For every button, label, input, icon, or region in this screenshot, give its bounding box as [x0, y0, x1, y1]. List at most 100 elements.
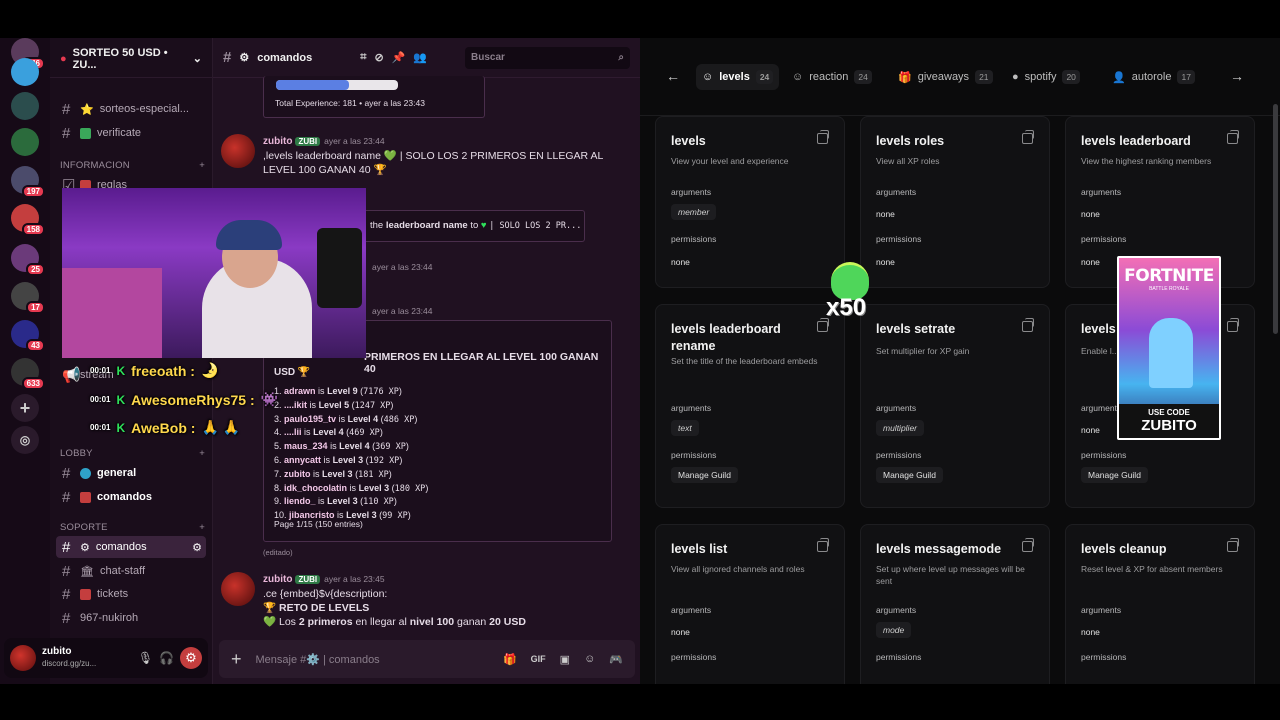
threads-icon[interactable]: ⌗ — [360, 51, 366, 64]
avatar[interactable] — [221, 134, 255, 168]
arrow-left-icon[interactable]: ← — [666, 68, 680, 84]
rank-user[interactable]: paulo195_tv — [284, 414, 336, 424]
plus-icon[interactable]: + — [231, 649, 242, 670]
rank-user[interactable]: ....ikit — [284, 400, 307, 410]
command-card[interactable]: levels list View all ignored channels an… — [655, 524, 845, 684]
tab-giveaways[interactable]: 🎁 giveaways 21 — [898, 66, 993, 88]
guild-icon[interactable]: 25 — [11, 244, 45, 276]
message-composer[interactable]: + Mensaje #⚙️ | comandos 🎁 GIF ▣ ☺ 🎮 — [219, 640, 635, 678]
message-author[interactable]: zubito — [263, 574, 292, 585]
rank-user[interactable]: zubito — [284, 469, 311, 479]
letterbox-top — [0, 0, 1280, 38]
command-card[interactable]: levels View your level and experience ar… — [655, 116, 845, 288]
badge: 633 — [21, 377, 45, 390]
ad-subtitle: BATTLE ROYALE — [1149, 286, 1189, 292]
rank-user[interactable]: idk_chocolatin — [284, 483, 347, 493]
mute-icon[interactable]: ⊘ — [374, 51, 383, 64]
gear-icon[interactable]: ⚙ — [180, 647, 202, 669]
scrollbar[interactable] — [1273, 104, 1278, 334]
tab-autorole[interactable]: 👤 autorole 17 — [1112, 66, 1195, 88]
guild-icon[interactable]: 633 — [11, 358, 45, 390]
rank-user[interactable]: liendo_ — [284, 496, 316, 506]
badge: 158 — [21, 223, 45, 236]
reply-embed: the leaderboard name to ♥ | SOLO LOS 2 P… — [363, 210, 585, 242]
search-placeholder: Buscar — [471, 52, 505, 63]
command-card[interactable]: levels setrate Set multiplier for XP gai… — [860, 304, 1050, 508]
permission-pill: Manage Guild — [671, 467, 738, 483]
rank-user[interactable]: annycatt — [284, 455, 321, 465]
game-icon[interactable]: 🎮 — [609, 653, 623, 666]
message-author[interactable]: zubito — [263, 136, 292, 147]
plus-icon[interactable]: + — [199, 448, 205, 459]
guild-icon[interactable]: 43 — [11, 320, 45, 352]
gift-icon[interactable]: 🎁 — [503, 653, 517, 666]
sticker-icon[interactable]: ▣ — [560, 653, 570, 666]
permission-value: none — [876, 257, 895, 267]
copy-icon[interactable] — [1022, 318, 1034, 332]
tab-levels[interactable]: ☺ levels 24 — [696, 64, 780, 90]
members-icon[interactable]: 👥 — [413, 51, 427, 64]
command-desc: View the highest ranking members — [1081, 156, 1212, 166]
command-card[interactable]: levels messagemode Set up where level up… — [860, 524, 1050, 684]
guild-icon[interactable]: 17 — [11, 282, 45, 314]
rank-user[interactable]: ....lii — [284, 427, 302, 437]
guild-icon[interactable] — [11, 92, 39, 120]
rank-level: Level 3 — [358, 482, 390, 493]
channel-sorteos[interactable]: # ⭐ sorteos-especial... — [56, 98, 206, 120]
category-lobby[interactable]: LOBBY + — [60, 448, 205, 459]
avatar[interactable] — [10, 645, 36, 671]
copy-icon[interactable] — [1022, 130, 1034, 144]
guild-icon[interactable]: 158 — [11, 204, 45, 236]
gif-icon[interactable]: GIF — [531, 654, 546, 664]
tab-label: reaction — [809, 71, 849, 83]
plus-icon[interactable]: + — [199, 160, 205, 171]
pin-icon[interactable]: 📌 — [392, 51, 406, 64]
rank-user[interactable]: adrawn — [284, 386, 316, 396]
user-status: discord.gg/zu... — [42, 659, 97, 668]
copy-icon[interactable] — [1022, 538, 1034, 552]
settings-icon[interactable]: ⚙ — [192, 541, 202, 554]
tab-spotify[interactable]: ● spotify 20 — [1012, 66, 1080, 88]
guild-icon[interactable]: 197 — [11, 166, 45, 198]
hash-icon: # — [62, 464, 71, 482]
mic-icon[interactable]: 🎙 — [138, 651, 153, 665]
argument-pill: multiplier — [876, 420, 925, 436]
command-card[interactable]: levels leaderboard rename Set the title … — [655, 304, 845, 508]
plus-icon[interactable]: + — [199, 522, 205, 533]
copy-icon[interactable] — [1227, 538, 1239, 552]
guild-icon[interactable] — [11, 58, 39, 86]
channel-nukiroh[interactable]: #967-nukiroh — [56, 607, 206, 629]
copy-icon[interactable] — [817, 538, 829, 552]
headphones-icon[interactable]: 🎧 — [159, 651, 174, 665]
arrow-right-icon[interactable]: → — [1230, 68, 1244, 84]
guild-icon[interactable] — [11, 128, 39, 156]
argument-value: none — [1081, 425, 1100, 435]
search-input[interactable]: Buscar ⌕ — [465, 46, 630, 69]
arguments-label: arguments — [671, 403, 712, 413]
command-card[interactable]: levels cleanup Reset level & XP for abse… — [1065, 524, 1255, 684]
add-server-icon[interactable]: + — [11, 394, 39, 422]
leaderboard-row: 8. idk_chocolatin is Level 3 (180 XP) — [274, 482, 429, 494]
explore-icon[interactable]: ◎ — [11, 426, 39, 454]
message-time: ayer a las 23:45 — [324, 574, 385, 584]
channel-verificate[interactable]: # verificate — [56, 122, 206, 144]
channel-comandos-lobby[interactable]: # comandos — [56, 486, 206, 508]
kick-icon: K — [116, 363, 126, 378]
server-header[interactable]: ● SORTEO 50 USD • ZU... ⌄ — [50, 40, 212, 78]
avatar[interactable] — [221, 572, 255, 606]
emoji-icon[interactable]: ☺ — [584, 653, 595, 665]
category-soporte[interactable]: SOPORTE + — [60, 522, 205, 533]
command-card[interactable]: levels roles View all XP roles arguments… — [860, 116, 1050, 288]
copy-icon[interactable] — [817, 130, 829, 144]
copy-icon[interactable] — [1227, 318, 1239, 332]
copy-icon[interactable] — [1227, 130, 1239, 144]
channel-general[interactable]: # general — [56, 462, 206, 484]
rank-user[interactable]: maus_234 — [284, 441, 328, 451]
channel-tickets[interactable]: # tickets — [56, 583, 206, 605]
tab-reaction[interactable]: ☺ reaction 24 — [792, 66, 872, 88]
hash-icon: # — [62, 124, 71, 142]
chat-time: 00:01 — [90, 395, 111, 404]
category-informacion[interactable]: INFORMACION + — [60, 160, 205, 171]
channel-comandos[interactable]: # ⚙ comandos ⚙ — [56, 536, 206, 558]
channel-chat-staff[interactable]: # 🏛 chat-staff — [56, 560, 206, 582]
